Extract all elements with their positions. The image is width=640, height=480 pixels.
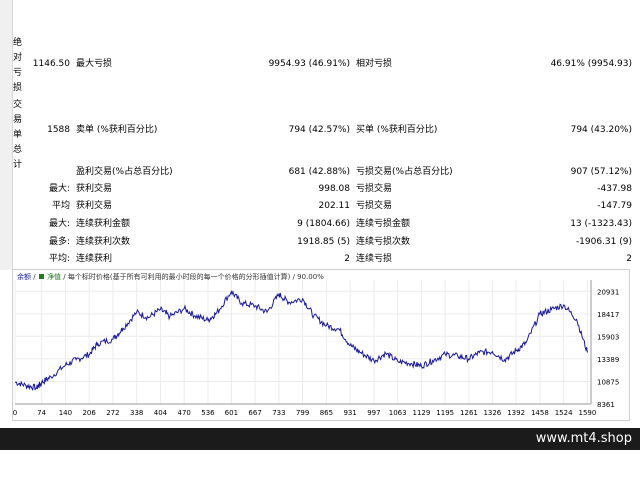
x-tick-label: 206 <box>82 409 96 417</box>
bottom-blank-area <box>0 450 640 480</box>
row-prefix: 最大: <box>48 219 70 229</box>
vchar: 交 <box>13 100 23 110</box>
x-tick-label: 601 <box>225 409 238 417</box>
footer-bar: www.mt4.shop <box>0 428 640 450</box>
chart-plot: 20931 18417 15903 13389 10875 8361 0 74 140 206 27… <box>13 280 619 417</box>
vchar: 损 <box>13 83 23 93</box>
x-tick-label: 1458 <box>531 409 549 417</box>
x-tick-label: 1261 <box>460 409 478 417</box>
vchar: 单 <box>13 130 23 140</box>
y-tick-label: 18417 <box>597 311 619 319</box>
x-tick-label: 1063 <box>389 409 407 417</box>
short-positions-label: 卖单 (%获利百分比) <box>76 125 158 135</box>
row-label: 亏损交易(%占总百分比) <box>356 167 453 177</box>
x-tick-label: 1392 <box>507 409 525 417</box>
row-prefix: 平均 <box>51 201 70 211</box>
row-value: 2 <box>626 254 632 264</box>
left-label-strip <box>0 0 13 270</box>
row-label: 获利交易 <box>76 184 113 194</box>
row-value: 998.08 <box>318 184 351 194</box>
row-value: 2 <box>344 254 350 264</box>
x-tick-label: 1590 <box>578 409 596 417</box>
row-prefix: 平均: <box>48 254 70 264</box>
row-value: 13 (-1323.43) <box>570 219 632 229</box>
vchar: 绝 <box>13 38 23 48</box>
row-value: 907 (57.12%) <box>570 167 632 177</box>
row-value: 1918.85 (5) <box>297 237 350 247</box>
row-value: 202.11 <box>318 201 351 211</box>
row-label: 连续亏损金额 <box>356 219 411 229</box>
absolute-drawdown-value: 1146.50 <box>32 59 70 69</box>
x-tick-label: 865 <box>320 409 333 417</box>
row-value: -1906.31 (9) <box>575 237 632 247</box>
x-tick-label: 1195 <box>436 409 454 417</box>
relative-drawdown-label: 相对亏损 <box>356 59 393 69</box>
x-tick-label: 140 <box>59 409 72 417</box>
balance-chart: 余额 / 净值 / 每个标时价格(基于所有可利用的最小时段的每一个价格的分形插值… <box>12 269 630 421</box>
row-value: -437.98 <box>597 184 632 194</box>
vchar: 对 <box>13 53 23 63</box>
top-blank-area <box>0 0 640 30</box>
x-tick-label: 272 <box>106 409 119 417</box>
row-label: 亏损交易 <box>356 184 393 194</box>
balance-series-line <box>14 290 588 392</box>
row-label: 盈利交易(%占总百分比) <box>76 167 173 177</box>
vchar: 亏 <box>13 68 23 78</box>
long-positions-label: 买单 (%获利百分比) <box>356 125 438 135</box>
x-tick-label: 799 <box>296 409 309 417</box>
x-tick-label: 404 <box>154 409 168 417</box>
row-label: 连续获利金额 <box>76 219 131 229</box>
vchar: 易 <box>13 115 23 125</box>
row-label: 连续亏损次数 <box>356 237 411 247</box>
absolute-drawdown-vertical-label: 绝 对 亏 损 <box>13 36 25 96</box>
x-tick-label: 931 <box>343 409 356 417</box>
x-tick-label: 536 <box>201 409 215 417</box>
y-tick-label: 8361 <box>597 401 615 409</box>
short-positions-value: 794 (42.57%) <box>288 125 350 135</box>
row-prefix: 最大: <box>48 184 70 194</box>
row-value: 9 (1804.66) <box>297 219 350 229</box>
site-brand-text: www.mt4.shop <box>535 431 632 446</box>
relative-drawdown-value: 46.91% (9954.93) <box>550 59 632 69</box>
x-tick-label: 338 <box>130 409 143 417</box>
max-drawdown-value: 9954.93 (46.91%) <box>268 59 350 69</box>
x-tick-label: 1129 <box>413 409 431 417</box>
x-tick-label: 1524 <box>555 409 573 417</box>
x-tick-label: 733 <box>272 409 285 417</box>
row-label: 连续亏损 <box>356 254 393 264</box>
long-positions-value: 794 (43.20%) <box>570 125 632 135</box>
total-trades-value: 1588 <box>47 125 70 135</box>
x-tick-label: 74 <box>37 409 46 417</box>
x-tick-label: 667 <box>248 409 261 417</box>
x-tick-label: 470 <box>178 409 191 417</box>
row-prefix: 最多: <box>48 237 70 247</box>
row-value: -147.79 <box>597 201 632 211</box>
x-tick-label: 997 <box>367 409 380 417</box>
row-label: 亏损交易 <box>356 201 393 211</box>
x-tick-label: 1326 <box>483 409 501 417</box>
y-tick-label: 20931 <box>597 288 619 296</box>
row-label: 连续获利次数 <box>76 237 131 247</box>
vchar: 总 <box>13 145 23 155</box>
vchar: 计 <box>13 160 23 170</box>
y-tick-label: 13389 <box>597 356 619 364</box>
row-label: 连续获利 <box>76 254 113 264</box>
total-trades-vertical-label: 交 易 单 总 计 <box>13 98 25 173</box>
y-tick-label: 15903 <box>597 333 619 341</box>
x-tick-label: 0 <box>13 409 17 417</box>
y-tick-label: 10875 <box>597 378 619 386</box>
row-value: 681 (42.88%) <box>288 167 350 177</box>
row-label: 获利交易 <box>76 201 113 211</box>
max-drawdown-label: 最大亏损 <box>76 59 113 69</box>
